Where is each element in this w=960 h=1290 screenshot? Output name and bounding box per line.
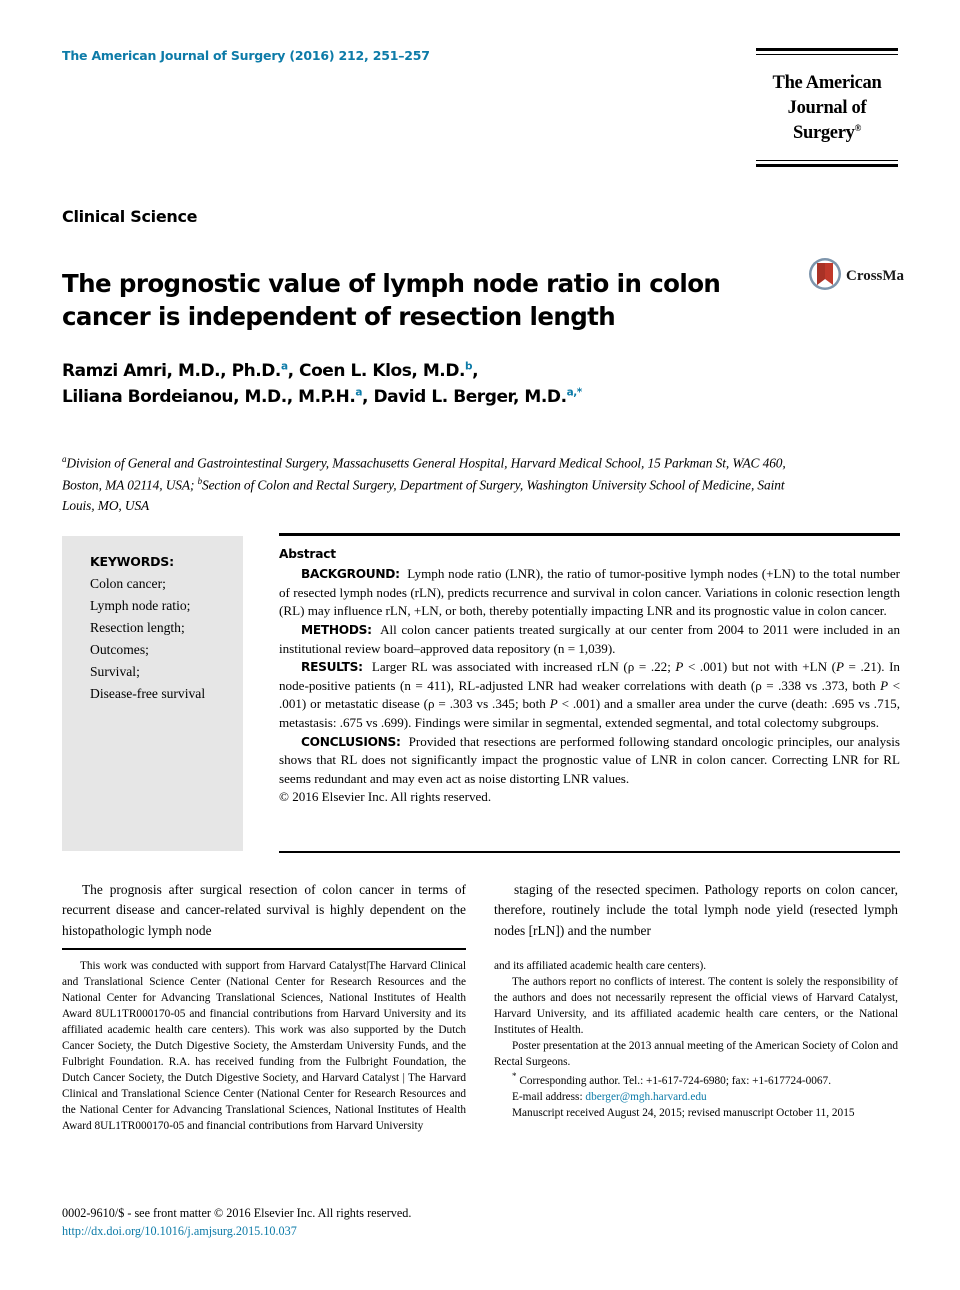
abstract-methods-label: METHODS:	[301, 623, 372, 638]
masthead-title-line2: Journal of Surgery®	[756, 96, 898, 146]
abstract-results-text-2: < .001) but not with +LN (	[683, 659, 836, 675]
footnote-poster: Poster presentation at the 2013 annual m…	[494, 1040, 898, 1069]
doi-link[interactable]: http://dx.doi.org/10.1016/j.amjsurg.2015…	[62, 1222, 662, 1240]
abstract-methods-text: All colon cancer patients treated surgic…	[279, 622, 900, 656]
author-affiliation-marker[interactable]: a	[281, 360, 288, 372]
footnote-funding: This work was conducted with support fro…	[62, 960, 466, 1133]
keyword-item[interactable]: Survival;	[90, 661, 233, 683]
abstract-rule-top	[279, 533, 900, 536]
masthead-title-line1: The American	[772, 73, 882, 93]
footnote-manuscript-dates: Manuscript received August 24, 2015; rev…	[512, 1107, 855, 1120]
masthead-rule-top	[756, 48, 898, 55]
svg-text:CrossMark: CrossMark	[846, 268, 904, 284]
body-paragraph: staging of the resected specimen. Pathol…	[494, 882, 898, 938]
keywords-list: Colon cancer; Lymph node ratio; Resectio…	[90, 573, 233, 705]
affiliations: aDivision of General and Gastrointestina…	[62, 452, 792, 516]
footnote-funding-continued: and its affiliated academic health care …	[494, 960, 707, 972]
p-value-symbol: P	[549, 696, 558, 712]
journal-article-page: The American Journal of Surgery (2016) 2…	[0, 0, 960, 1290]
page-footer: 0002-9610/$ - see front matter © 2016 El…	[62, 1204, 662, 1241]
email-link[interactable]: dberger@mgh.harvard.edu	[585, 1091, 706, 1103]
journal-masthead: The American Journal of Surgery®	[756, 48, 898, 167]
abstract-rule-bottom	[279, 851, 900, 854]
author-ramzi-amri: Ramzi Amri, M.D., Ph.D.	[62, 361, 281, 381]
footnote-column-left: This work was conducted with support fro…	[62, 958, 466, 1134]
author-affiliation-marker[interactable]: a	[355, 387, 362, 399]
abstract-results-label: RESULTS:	[301, 660, 363, 675]
body-column-left: The prognosis after surgical resection o…	[62, 880, 466, 941]
author-line-1: Ramzi Amri, M.D., Ph.D.a, Coen L. Klos, …	[62, 358, 862, 384]
abstract-heading: Abstract	[279, 547, 336, 561]
masthead-title-line2-text: Journal of Surgery	[787, 97, 867, 143]
page-title: The prognostic value of lymph node ratio…	[62, 269, 721, 331]
crossmark-icon: CrossMark	[809, 258, 904, 290]
author-line-1-end: ,	[472, 361, 479, 381]
author-david-berger: , David L. Berger, M.D.	[361, 387, 567, 408]
keyword-item[interactable]: Lymph node ratio;	[90, 595, 233, 617]
footnote-divider	[62, 948, 466, 950]
author-coen-klos: , Coen L. Klos, M.D.	[287, 361, 466, 381]
abstract-conclusions: CONCLUSIONS: Provided that resections ar…	[279, 733, 900, 789]
masthead-rule-bottom	[756, 159, 898, 167]
journal-reference: The American Journal of Surgery (2016) 2…	[62, 48, 430, 63]
keywords-box: KEYWORDS: Colon cancer; Lymph node ratio…	[62, 536, 243, 851]
body-column-right: staging of the resected specimen. Pathol…	[494, 880, 898, 941]
abstract-background-label: BACKGROUND:	[301, 567, 400, 582]
body-paragraph: The prognosis after surgical resection o…	[62, 882, 466, 938]
abstract-section: Abstract BACKGROUND: Lymph node ratio (L…	[279, 546, 900, 807]
author-list: Ramzi Amri, M.D., Ph.D.a, Coen L. Klos, …	[62, 358, 862, 411]
abstract-methods: METHODS: All colon cancer patients treat…	[279, 621, 900, 658]
footnote-conflicts: The authors report no conflicts of inter…	[494, 976, 898, 1037]
footnote-email: E-mail address: dberger@mgh.harvard.edu	[494, 1089, 898, 1105]
keyword-item[interactable]: Colon cancer;	[90, 573, 233, 595]
keywords-title: KEYWORDS:	[90, 554, 174, 569]
abstract-results-text-1: Larger RL was associated with increased …	[371, 659, 676, 675]
section-label: Clinical Science	[62, 207, 198, 226]
registered-mark-icon: ®	[854, 122, 862, 133]
footnote-column-right: and its affiliated academic health care …	[494, 958, 898, 1121]
email-label: E-mail address:	[512, 1091, 586, 1104]
abstract-results: RESULTS: Larger RL was associated with i…	[279, 658, 900, 732]
abstract-background: BACKGROUND: Lymph node ratio (LNR), the …	[279, 565, 900, 621]
keyword-item[interactable]: Resection length;	[90, 617, 233, 639]
corresponding-author-text: Corresponding author. Tel.: +1-617-724-6…	[516, 1074, 832, 1087]
author-liliana-bordeianou: Liliana Bordeianou, M.D., M.P.H.	[62, 387, 356, 408]
keyword-item[interactable]: Outcomes;	[90, 639, 233, 661]
abstract-conclusions-label: CONCLUSIONS:	[301, 734, 401, 749]
crossmark-badge[interactable]: CrossMark	[808, 256, 904, 292]
author-affiliation-marker[interactable]: a,*	[567, 387, 583, 399]
footnote-corresponding-author: * Corresponding author. Tel.: +1-617-724…	[494, 1070, 898, 1089]
p-value-symbol: P	[880, 677, 889, 693]
keyword-item[interactable]: Disease-free survival	[90, 683, 233, 705]
issn-line: 0002-9610/$ - see front matter © 2016 El…	[62, 1206, 412, 1220]
abstract-copyright: © 2016 Elsevier Inc. All rights reserved…	[279, 789, 492, 805]
author-line-2: Liliana Bordeianou, M.D., M.P.H.a, David…	[62, 384, 862, 410]
p-value-symbol: P	[835, 659, 844, 675]
